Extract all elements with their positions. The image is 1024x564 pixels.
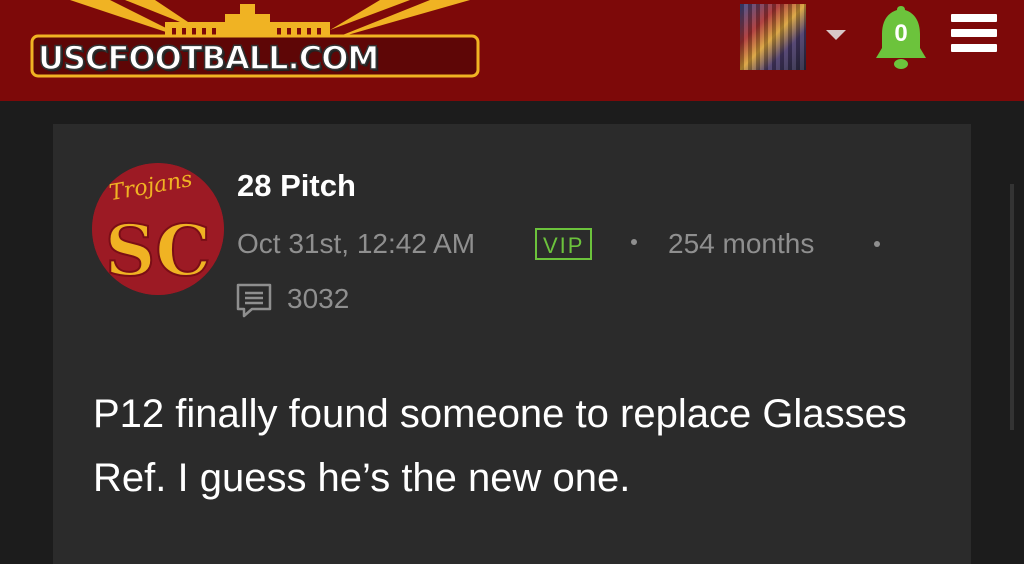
dropdown-caret-icon[interactable] <box>826 30 846 40</box>
logo-wordmark: USCFOOTBALL.COM <box>37 38 380 78</box>
hamburger-menu-icon[interactable] <box>951 14 997 52</box>
comment-count: 3032 <box>287 283 350 314</box>
avatar-monogram: SC <box>105 209 211 292</box>
scrollbar[interactable] <box>1010 184 1014 430</box>
comment-icon <box>236 283 272 318</box>
post-date: Oct 31st, 12:42 AM <box>237 228 476 259</box>
poster-avatar[interactable]: Trojans SC <box>92 163 224 295</box>
poster-username[interactable]: 28 Pitch <box>237 168 356 204</box>
separator-dot <box>631 239 637 245</box>
vip-badge: VIP <box>535 228 593 260</box>
post-body: P12 finally found someone to replace Gla… <box>93 392 907 500</box>
notification-count: 0 <box>894 20 908 47</box>
site-header: USCFOOTBALL.COM 0 <box>0 0 1024 101</box>
separator-dot <box>874 241 880 247</box>
member-tenure: 254 months <box>668 228 815 259</box>
user-avatar-icon[interactable] <box>740 4 806 70</box>
